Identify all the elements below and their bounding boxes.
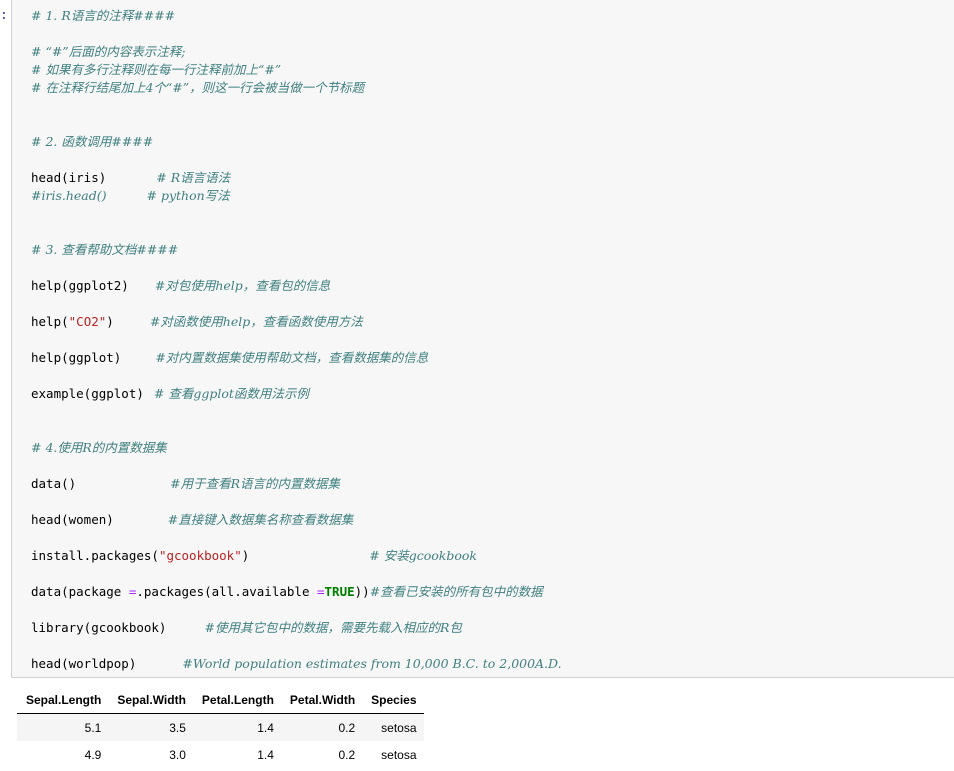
code-text: head(iris) xyxy=(31,170,107,185)
code-line: install.packages("gcookbook") # 安装gcookbo… xyxy=(31,547,477,565)
column-header: Sepal.Width xyxy=(108,687,193,714)
code-text: help(ggplot) xyxy=(31,350,122,365)
code-text: help(ggplot2) xyxy=(31,278,129,293)
code-line: head(women) #直接键入数据集名称查看数据集 xyxy=(31,511,353,529)
code-string: "CO2" xyxy=(68,314,107,329)
table-row: 5.1 3.5 1.4 0.2 setosa xyxy=(17,713,424,741)
code-line: # “#”后面的内容表示注释; xyxy=(31,43,185,61)
code-comment: # 如果有多行注释则在每一行注释前加上“#” xyxy=(31,62,282,77)
table-cell: 1.4 xyxy=(192,713,281,741)
notebook-page: : # 1. R语言的注释#### # “#”后面的内容表示注释; # 如果有多… xyxy=(0,0,954,771)
code-line: head(iris) # R语言语法 xyxy=(31,169,230,187)
code-text: ) xyxy=(106,314,114,329)
code-keyword: TRUE xyxy=(324,584,355,599)
column-header: Species xyxy=(362,687,424,714)
table-cell: 5.1 xyxy=(17,713,109,741)
code-text: .packages(all.available xyxy=(136,584,317,599)
code-line: # 2. 函数调用#### xyxy=(31,133,153,151)
code-text: help( xyxy=(31,314,69,329)
table-header-row: Sepal.Length Sepal.Width Petal.Length Pe… xyxy=(17,687,424,714)
table-cell: 3.5 xyxy=(108,713,193,741)
code-comment: # R语言语法 xyxy=(156,170,231,185)
code-line: help(ggplot2) #对包使用help，查看包的信息 xyxy=(31,277,330,295)
table-cell: 4.9 xyxy=(17,741,109,768)
code-text: install.packages( xyxy=(31,548,159,563)
code-comment: #使用其它包中的数据，需要先载入相应的R包 xyxy=(204,620,462,635)
code-comment: #用于查看R语言的内置数据集 xyxy=(170,476,341,491)
code-comment: # 查看ggplot函数用法示例 xyxy=(153,386,309,401)
code-comment: # python写法 xyxy=(146,188,230,203)
code-line: # 在注释行结尾加上4个“#”，则这一行会被当做一个节标题 xyxy=(31,79,364,97)
table-cell: 0.2 xyxy=(280,713,363,741)
code-line: help("CO2") #对函数使用help，查看函数使用方法 xyxy=(31,313,363,331)
code-text: head(women) xyxy=(31,512,114,527)
code-line: #iris.head() # python写法 xyxy=(31,187,230,205)
code-text: ) xyxy=(241,548,250,563)
output-table: Sepal.Length Sepal.Width Petal.Length Pe… xyxy=(17,687,424,768)
code-text: example(ggplot) xyxy=(31,386,144,401)
code-text: )) xyxy=(354,584,370,599)
code-comment: # 4.使用R的内置数据集 xyxy=(31,440,167,455)
table-cell: 3.0 xyxy=(108,741,193,768)
code-line: data(package =.packages(all.available =T… xyxy=(31,583,543,601)
column-header: Sepal.Length xyxy=(17,687,109,714)
code-comment: #World population estimates from 10,000 … xyxy=(182,656,562,671)
code-comment: #对包使用help，查看包的信息 xyxy=(154,278,331,293)
code-string: "gcookbook" xyxy=(158,548,242,563)
code-comment: # 在注释行结尾加上4个“#”，则这一行会被当做一个节标题 xyxy=(31,80,365,95)
table-cell: setosa xyxy=(362,741,424,768)
code-line: library(gcookbook) #使用其它包中的数据，需要先载入相应的R包 xyxy=(31,619,462,637)
cell-prompt: : xyxy=(0,8,8,23)
code-text: data(package xyxy=(31,584,129,599)
code-comment: #iris.head() xyxy=(31,188,107,203)
code-comment: #对内置数据集使用帮助文档，查看数据集的信息 xyxy=(155,350,429,365)
column-header: Petal.Width xyxy=(280,687,363,714)
code-comment: # 1. R语言的注释#### xyxy=(31,8,176,23)
code-line: # 3. 查看帮助文档#### xyxy=(31,241,178,259)
table-row: 4.9 3.0 1.4 0.2 setosa xyxy=(17,741,424,768)
code-comment: #对函数使用help，查看函数使用方法 xyxy=(149,314,363,329)
code-comment: # 3. 查看帮助文档#### xyxy=(31,242,179,257)
code-line: # 4.使用R的内置数据集 xyxy=(31,439,167,457)
code-line: # 1. R语言的注释#### xyxy=(31,7,175,25)
table-cell: 1.4 xyxy=(192,741,281,768)
code-operator: = xyxy=(317,584,325,599)
code-comment: # 安装gcookbook xyxy=(369,548,477,563)
column-header: Petal.Length xyxy=(192,687,281,714)
code-line: help(ggplot) #对内置数据集使用帮助文档，查看数据集的信息 xyxy=(31,349,428,367)
code-comment: #直接键入数据集名称查看数据集 xyxy=(167,512,354,527)
table-cell: setosa xyxy=(362,713,424,741)
code-text: data() xyxy=(31,476,77,491)
code-line: head(worldpop) #World population estimate… xyxy=(31,655,562,673)
code-text: library(gcookbook) xyxy=(31,620,167,635)
code-comment: #查看已安装的所有包中的数据 xyxy=(369,584,543,599)
code-comment: # 2. 函数调用#### xyxy=(31,134,154,149)
code-text: head(worldpop) xyxy=(31,656,137,671)
code-line: data() #用于查看R语言的内置数据集 xyxy=(31,475,340,493)
table-cell: 0.2 xyxy=(280,741,363,768)
code-line: # 如果有多行注释则在每一行注释前加上“#” xyxy=(31,61,281,79)
code-cell[interactable]: # 1. R语言的注释#### # “#”后面的内容表示注释; # 如果有多行注… xyxy=(11,0,954,678)
code-line: example(ggplot) # 查看ggplot函数用法示例 xyxy=(31,385,309,403)
code-comment: # “#”后面的内容表示注释; xyxy=(31,44,186,59)
